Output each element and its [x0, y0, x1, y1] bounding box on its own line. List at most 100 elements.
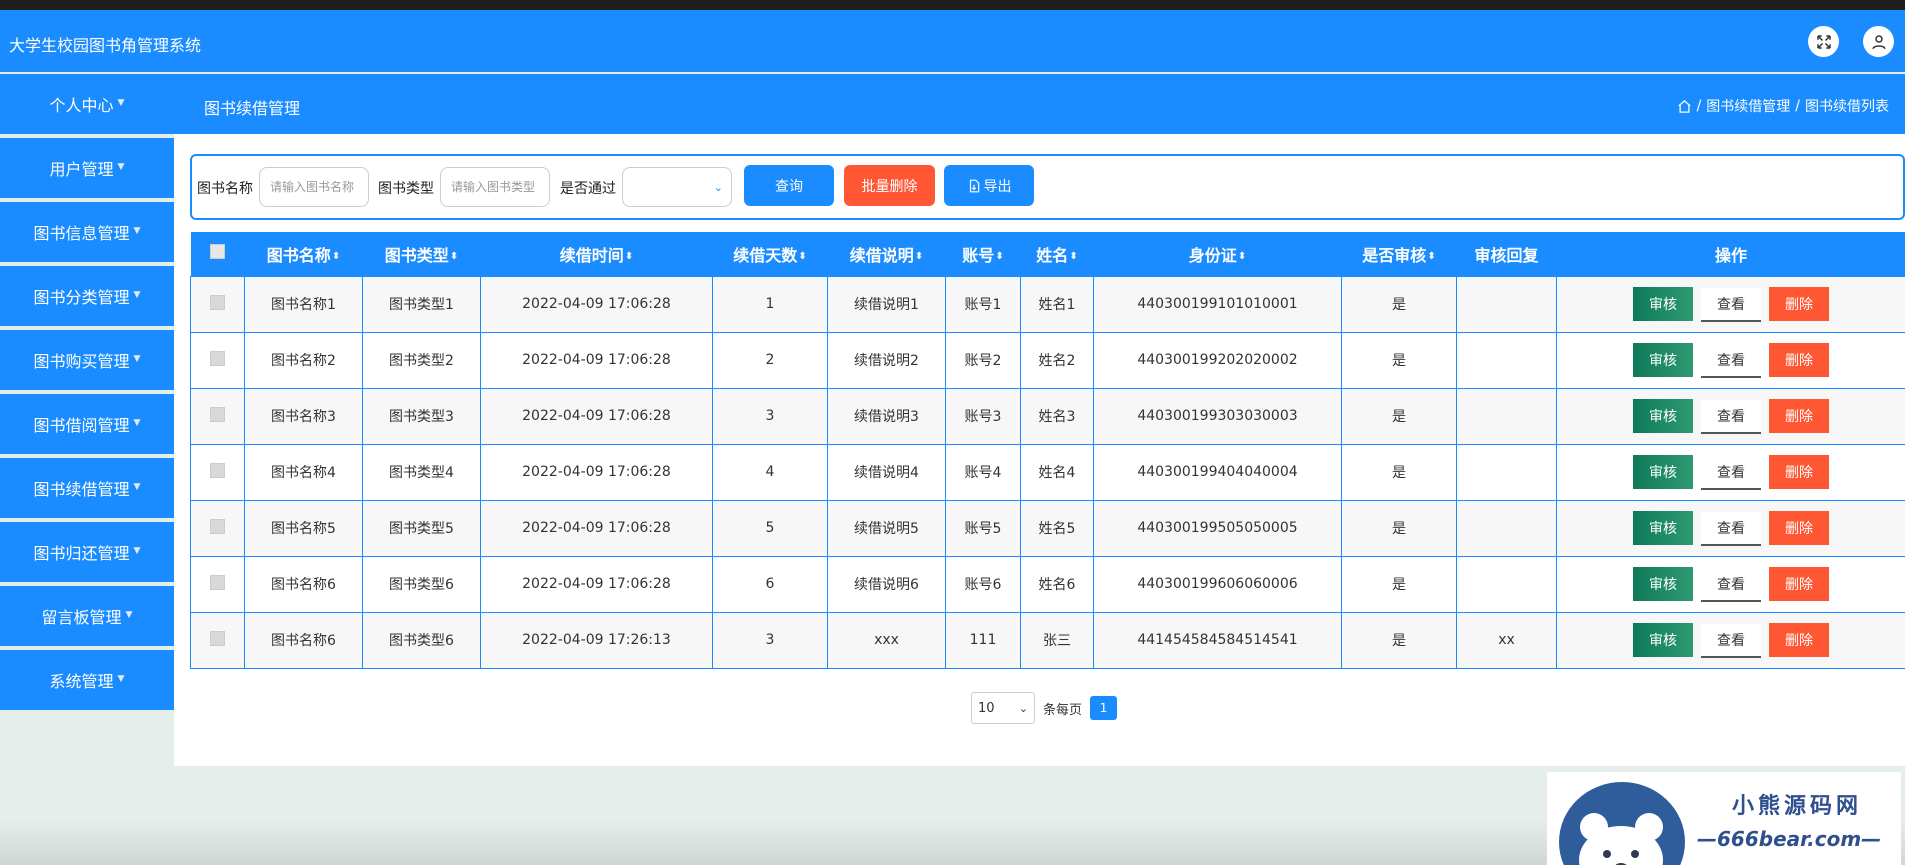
sidebar-item-book-borrow[interactable]: 图书借阅管理 ▼	[0, 394, 174, 454]
sidebar-item-book-info[interactable]: 图书信息管理 ▼	[0, 202, 174, 262]
cell-account: 账号2	[945, 331, 1021, 389]
cell-time: 2022-04-09 17:06:28	[480, 443, 713, 501]
sidebar-item-message-board[interactable]: 留言板管理 ▼	[0, 586, 174, 646]
audit-button[interactable]: 审核	[1633, 454, 1693, 489]
view-button[interactable]: 查看	[1701, 343, 1761, 378]
sidebar-item-book-category[interactable]: 图书分类管理 ▼	[0, 266, 174, 326]
delete-button[interactable]: 删除	[1769, 622, 1829, 657]
column-header[interactable]: 续借说明⬍	[828, 232, 946, 276]
audit-button[interactable]: 审核	[1633, 622, 1693, 657]
audit-button[interactable]: 审核	[1633, 566, 1693, 601]
home-icon[interactable]	[1677, 99, 1692, 114]
table-row: 图书名称2 图书类型2 2022-04-09 17:06:28 2 续借说明2 账号2 姓名…	[190, 331, 1905, 389]
table-header-row: 图书名称⬍ 图书类型⬍ 续借时间⬍ 续借天数⬍ 续借说明⬍ 账号⬍ 姓名⬍ 身份…	[190, 232, 1905, 276]
table-row: 图书名称5 图书类型5 2022-04-09 17:06:28 5 续借说明5 账号5 姓名…	[190, 499, 1905, 557]
breadcrumb-item-renew-management[interactable]: 图书续借管理	[1706, 96, 1790, 116]
cell-account: 账号3	[945, 387, 1021, 445]
batch-delete-button[interactable]: 批量删除	[844, 165, 935, 206]
pagination: 10 ⌄ 条每页 1	[971, 692, 1118, 724]
cell-reply	[1456, 443, 1557, 501]
view-button[interactable]: 查看	[1701, 567, 1761, 602]
row-checkbox[interactable]	[210, 294, 225, 310]
cell-idcard: 440300199404040004	[1093, 443, 1342, 501]
audit-button[interactable]: 审核	[1633, 398, 1693, 433]
sidebar-item-label: 图书续借管理	[33, 480, 130, 499]
cell-actions: 审核 查看 删除	[1556, 555, 1905, 613]
sidebar-item-book-return[interactable]: 图书归还管理 ▼	[0, 522, 174, 582]
sidebar-item-system[interactable]: 系统管理 ▼	[0, 650, 174, 710]
delete-button[interactable]: 删除	[1769, 286, 1829, 321]
row-checkbox[interactable]	[210, 462, 225, 478]
column-header[interactable]: 身份证⬍	[1094, 232, 1342, 276]
book-type-input[interactable]	[440, 167, 550, 207]
row-checkbox[interactable]	[210, 518, 225, 534]
sort-icon: ⬍	[914, 250, 924, 262]
breadcrumb-separator: /	[1795, 98, 1800, 114]
delete-button[interactable]: 删除	[1769, 510, 1829, 545]
cell-idcard: 440300199505050005	[1093, 499, 1342, 557]
cell-actions: 审核 查看 删除	[1556, 499, 1905, 557]
row-checkbox[interactable]	[210, 574, 225, 590]
column-header[interactable]: 图书名称⬍	[245, 232, 363, 276]
content-header: 图书续借管理 / 图书续借管理 / 图书续借列表	[174, 74, 1905, 134]
view-button[interactable]: 查看	[1701, 511, 1761, 546]
sort-icon: ⬍	[1427, 250, 1436, 262]
row-checkbox[interactable]	[210, 406, 225, 422]
cell-audit: 是	[1341, 499, 1457, 557]
column-header[interactable]: 续借天数⬍	[713, 232, 828, 276]
row-select-cell	[190, 443, 245, 501]
user-profile-button[interactable]	[1863, 26, 1894, 57]
sort-icon: ⬍	[1069, 250, 1078, 262]
cell-idcard: 440300199606060006	[1093, 555, 1342, 613]
view-button[interactable]: 查看	[1701, 623, 1761, 658]
main-content: 图书名称 图书类型 是否通过 ⌄ 查询 批量删除 导出 图书名称⬍ 图书类型⬍	[174, 134, 1905, 766]
view-button[interactable]: 查看	[1701, 287, 1761, 322]
cell-actions: 审核 查看 删除	[1556, 611, 1905, 669]
delete-button[interactable]: 删除	[1769, 566, 1829, 601]
sort-icon: ⬍	[331, 250, 341, 262]
column-header[interactable]: 图书类型⬍	[363, 232, 481, 276]
caret-down-icon: ▼	[133, 289, 141, 300]
audit-button[interactable]: 审核	[1633, 342, 1693, 377]
sidebar-item-user-management[interactable]: 用户管理 ▼	[0, 138, 174, 198]
delete-button[interactable]: 删除	[1769, 398, 1829, 433]
query-button[interactable]: 查询	[744, 165, 834, 206]
app-title: 大学生校园图书角管理系统	[9, 36, 202, 55]
table-row: 图书名称6 图书类型6 2022-04-09 17:26:13 3 xxx 111 张三 44…	[190, 611, 1905, 669]
sidebar-item-label: 个人中心	[49, 96, 114, 115]
column-header[interactable]: 姓名⬍	[1021, 232, 1094, 276]
page-size-select[interactable]: 10 ⌄	[971, 692, 1035, 724]
book-name-input[interactable]	[259, 167, 369, 207]
cell-type: 图书类型4	[362, 443, 481, 501]
view-button[interactable]: 查看	[1701, 455, 1761, 490]
column-header[interactable]: 是否审核⬍	[1342, 232, 1457, 276]
sidebar-item-personal-center[interactable]: 个人中心 ▼	[0, 74, 174, 134]
export-button[interactable]: 导出	[944, 165, 1034, 206]
column-header[interactable]: 账号⬍	[946, 232, 1021, 276]
row-checkbox[interactable]	[210, 350, 225, 366]
delete-button[interactable]: 删除	[1769, 342, 1829, 377]
row-checkbox[interactable]	[210, 630, 225, 646]
cell-name: 图书名称5	[244, 499, 363, 557]
audit-button[interactable]: 审核	[1633, 510, 1693, 545]
column-header[interactable]: 续借时间⬍	[481, 232, 713, 276]
select-all-checkbox[interactable]	[210, 244, 225, 260]
caret-down-icon: ▼	[133, 353, 141, 364]
cell-idcard: 441454584584514541	[1093, 611, 1342, 669]
cell-actions: 审核 查看 删除	[1556, 275, 1905, 333]
fullscreen-button[interactable]	[1808, 26, 1839, 57]
sidebar-item-book-purchase[interactable]: 图书购买管理 ▼	[0, 330, 174, 390]
audit-button[interactable]: 审核	[1633, 286, 1693, 321]
cell-actions: 审核 查看 删除	[1556, 387, 1905, 445]
cell-time: 2022-04-09 17:06:28	[480, 387, 713, 445]
cell-days: 6	[712, 555, 828, 613]
delete-button[interactable]: 删除	[1769, 454, 1829, 489]
cell-name: 图书名称4	[244, 443, 363, 501]
sidebar-item-book-renew[interactable]: 图书续借管理 ▼	[0, 458, 174, 518]
page-button-current[interactable]: 1	[1090, 696, 1118, 720]
cell-audit: 是	[1341, 275, 1457, 333]
pass-select[interactable]: ⌄	[622, 167, 732, 207]
sort-icon: ⬍	[798, 250, 807, 262]
view-button[interactable]: 查看	[1701, 399, 1761, 434]
caret-down-icon: ▼	[133, 417, 141, 428]
